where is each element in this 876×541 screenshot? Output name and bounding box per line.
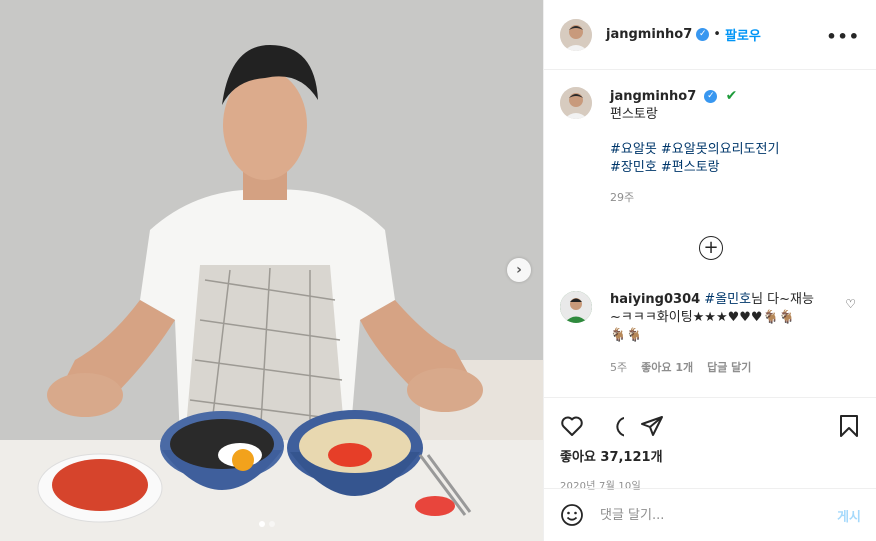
comment-input[interactable] (600, 507, 838, 523)
author-username[interactable]: jangminho7 (606, 27, 692, 42)
bookmark-icon[interactable] (821, 406, 861, 446)
hashtag-line[interactable]: #장민호 #편스토랑 (610, 159, 779, 177)
comment-text-line: ~ㅋㅋㅋ화이팅★★★♥♥♥🐐🐐 (610, 310, 795, 325)
post-actions: 좋아요 37,121개 2020년 7월 10일 (544, 397, 876, 500)
comment-body: haiying0304 #올민호님 다~재능 ~ㅋㅋㅋ화이팅★★★♥♥♥🐐🐐 🐐… (610, 291, 822, 345)
verified-badge-icon: ✓ (704, 90, 718, 103)
photo-image (0, 0, 543, 541)
comment-text-line: 🐐🐐 (610, 328, 643, 343)
comment-item: haiying0304 #올민호님 다~재능 ~ㅋㅋㅋ화이팅★★★♥♥♥🐐🐐 🐐… (560, 291, 860, 345)
caption-avatar[interactable] (560, 87, 592, 119)
caption-body: jangminho7 ✓ ✔ 편스토랑 #요알못 #요알못의요리도전기 #장민호… (610, 87, 779, 207)
caption-hashtags: #요알못 #요알못의요리도전기 #장민호 #편스토랑 (610, 141, 779, 177)
comment-likes[interactable]: 좋아요 1개 (641, 359, 693, 375)
load-more-comments-button[interactable]: + (699, 236, 723, 260)
post-comment-button[interactable]: 게시 (837, 506, 861, 525)
commenter-avatar[interactable] (560, 291, 592, 323)
chevron-right-icon: › (516, 262, 522, 278)
carousel-indicator (259, 521, 275, 527)
carousel-dot (269, 521, 275, 527)
comment-text: 님 다~재능 (751, 292, 814, 307)
hashtag-line[interactable]: #요알못 #요알못의요리도전기 (610, 141, 779, 159)
header-separator: • (713, 27, 721, 42)
post-side-panel: jangminho7 ✓ • 팔로우 ••• jangminho7 ✓ ✔ 편스… (543, 0, 876, 541)
emoji-smile-icon[interactable] (560, 503, 584, 527)
post-caption: jangminho7 ✓ ✔ 편스토랑 #요알못 #요알못의요리도전기 #장민호… (560, 87, 861, 207)
comment-time[interactable]: 5주 (610, 359, 627, 375)
share-paper-plane-icon[interactable] (640, 406, 680, 446)
commenter-username[interactable]: haiying0304 (610, 292, 700, 307)
follow-button[interactable]: 팔로우 (725, 25, 761, 44)
comment-bubble-icon[interactable] (600, 406, 640, 446)
green-check-emoji: ✔ (725, 88, 738, 104)
comment-mention[interactable]: #올민호 (704, 292, 751, 307)
carousel-next-button[interactable]: › (507, 258, 531, 282)
more-icon[interactable]: ••• (826, 27, 860, 46)
plus-circle-icon: + (703, 237, 719, 258)
instagram-post: › jangminho7 ✓ • 팔로우 ••• jangminho7 ✓ ✔ … (0, 0, 876, 541)
author-avatar[interactable] (560, 18, 592, 51)
add-comment-bar: 게시 (544, 488, 876, 541)
reply-button[interactable]: 답글 달기 (707, 359, 751, 375)
caption-text: 편스토랑 (610, 107, 658, 122)
comment-like-heart-icon[interactable]: ♡ (845, 297, 856, 311)
comment-meta: 5주 좋아요 1개 답글 달기 (610, 359, 751, 375)
post-photo[interactable]: › (0, 0, 543, 541)
like-heart-icon[interactable] (560, 406, 600, 446)
like-count[interactable]: 좋아요 37,121개 (560, 446, 861, 465)
verified-badge-icon: ✓ (696, 28, 710, 41)
caption-time[interactable]: 29주 (610, 189, 779, 207)
carousel-dot-active (259, 521, 265, 527)
caption-username[interactable]: jangminho7 (610, 89, 696, 104)
action-row (560, 406, 861, 446)
comments-section: jangminho7 ✓ ✔ 편스토랑 #요알못 #요알못의요리도전기 #장민호… (544, 71, 876, 397)
